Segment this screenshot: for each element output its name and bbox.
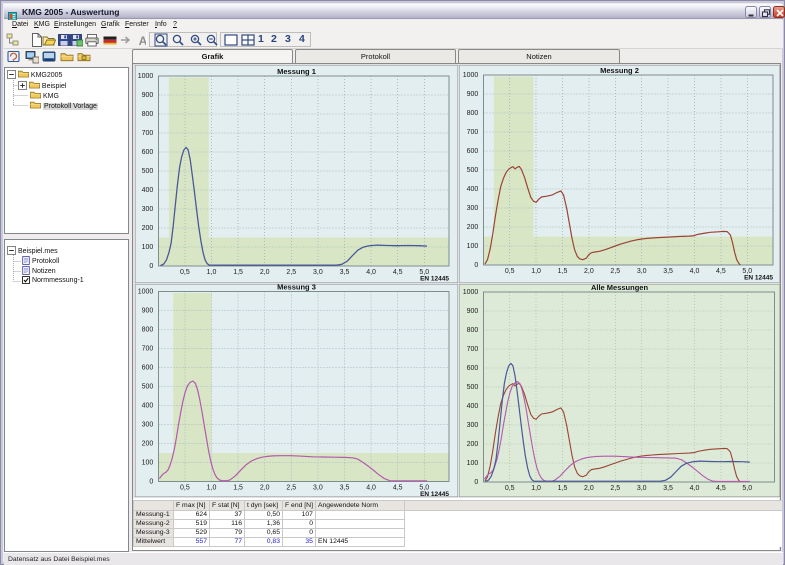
svg-text:4,0: 4,0 <box>366 269 376 276</box>
svg-text:2,0: 2,0 <box>584 268 594 275</box>
svg-text:4,0: 4,0 <box>366 485 376 492</box>
svg-text:1,0: 1,0 <box>531 485 541 492</box>
svg-text:4,5: 4,5 <box>716 485 726 492</box>
svg-text:4,5: 4,5 <box>716 268 726 275</box>
svg-text:200: 200 <box>467 224 479 231</box>
svg-text:3,5: 3,5 <box>340 485 350 492</box>
svg-text:1,5: 1,5 <box>558 268 568 275</box>
svg-text:1000: 1000 <box>463 72 479 79</box>
svg-text:200: 200 <box>142 441 154 448</box>
svg-text:1,0: 1,0 <box>531 268 541 275</box>
svg-text:3,5: 3,5 <box>340 269 350 276</box>
svg-text:2,0: 2,0 <box>260 269 270 276</box>
svg-text:4,5: 4,5 <box>393 269 403 276</box>
svg-text:2,5: 2,5 <box>286 485 296 492</box>
svg-text:3,5: 3,5 <box>663 268 673 275</box>
svg-text:1,5: 1,5 <box>558 485 568 492</box>
svg-text:Messung 3: Messung 3 <box>277 284 316 292</box>
svg-text:1000: 1000 <box>138 73 154 80</box>
svg-text:900: 900 <box>142 92 154 99</box>
svg-text:1,0: 1,0 <box>207 269 217 276</box>
svg-text:800: 800 <box>142 327 154 334</box>
svg-text:1000: 1000 <box>138 289 154 296</box>
svg-text:900: 900 <box>142 308 154 315</box>
svg-text:0: 0 <box>474 262 478 269</box>
svg-text:2,5: 2,5 <box>610 268 620 275</box>
svg-text:300: 300 <box>467 422 479 429</box>
svg-text:2,0: 2,0 <box>260 485 270 492</box>
svg-text:4,0: 4,0 <box>690 268 700 275</box>
svg-text:3,0: 3,0 <box>637 485 647 492</box>
svg-text:0,5: 0,5 <box>505 485 515 492</box>
svg-text:Messung 2: Messung 2 <box>600 66 639 75</box>
svg-text:300: 300 <box>467 205 479 212</box>
svg-text:Messung 1: Messung 1 <box>277 67 316 76</box>
svg-text:3,0: 3,0 <box>637 268 647 275</box>
svg-text:4,0: 4,0 <box>690 485 700 492</box>
svg-text:1,5: 1,5 <box>233 269 243 276</box>
svg-text:600: 600 <box>142 149 154 156</box>
svg-text:100: 100 <box>467 243 479 250</box>
svg-text:1000: 1000 <box>463 289 479 296</box>
svg-text:800: 800 <box>467 110 479 117</box>
svg-text:3,5: 3,5 <box>663 485 673 492</box>
svg-text:800: 800 <box>467 327 479 334</box>
svg-text:500: 500 <box>467 167 479 174</box>
svg-text:0: 0 <box>474 479 478 486</box>
svg-text:4,5: 4,5 <box>393 485 403 492</box>
svg-text:2,0: 2,0 <box>584 485 594 492</box>
svg-text:700: 700 <box>467 346 479 353</box>
svg-text:400: 400 <box>142 187 154 194</box>
svg-text:300: 300 <box>142 422 154 429</box>
svg-text:900: 900 <box>467 308 479 315</box>
svg-text:900: 900 <box>467 91 479 98</box>
svg-text:1,0: 1,0 <box>207 485 217 492</box>
svg-text:0: 0 <box>149 479 153 486</box>
svg-text:Alle Messungen: Alle Messungen <box>591 284 649 292</box>
svg-text:200: 200 <box>142 225 154 232</box>
svg-text:100: 100 <box>142 244 154 251</box>
svg-text:700: 700 <box>467 129 479 136</box>
svg-text:0,5: 0,5 <box>180 269 190 276</box>
svg-text:400: 400 <box>467 403 479 410</box>
svg-text:3,0: 3,0 <box>313 269 323 276</box>
svg-text:1,5: 1,5 <box>233 485 243 492</box>
svg-text:500: 500 <box>142 384 154 391</box>
svg-text:EN 12445: EN 12445 <box>420 276 449 283</box>
svg-text:500: 500 <box>142 168 154 175</box>
svg-text:800: 800 <box>142 111 154 118</box>
svg-text:600: 600 <box>467 365 479 372</box>
svg-text:200: 200 <box>467 441 479 448</box>
svg-text:0: 0 <box>149 263 153 270</box>
svg-text:700: 700 <box>142 346 154 353</box>
svg-text:600: 600 <box>142 365 154 372</box>
svg-text:700: 700 <box>142 130 154 137</box>
svg-text:EN 12445: EN 12445 <box>744 275 773 282</box>
svg-text:3,0: 3,0 <box>313 485 323 492</box>
svg-text:400: 400 <box>142 403 154 410</box>
svg-text:100: 100 <box>142 460 154 467</box>
svg-text:0,5: 0,5 <box>180 485 190 492</box>
svg-text:300: 300 <box>142 206 154 213</box>
svg-text:0,5: 0,5 <box>505 268 515 275</box>
svg-text:2,5: 2,5 <box>610 485 620 492</box>
svg-text:2,5: 2,5 <box>286 269 296 276</box>
svg-text:600: 600 <box>467 148 479 155</box>
svg-text:400: 400 <box>467 186 479 193</box>
svg-text:EN 12445: EN 12445 <box>420 491 449 497</box>
svg-text:500: 500 <box>467 384 479 391</box>
svg-text:100: 100 <box>467 460 479 467</box>
svg-text:5,0: 5,0 <box>742 485 752 492</box>
